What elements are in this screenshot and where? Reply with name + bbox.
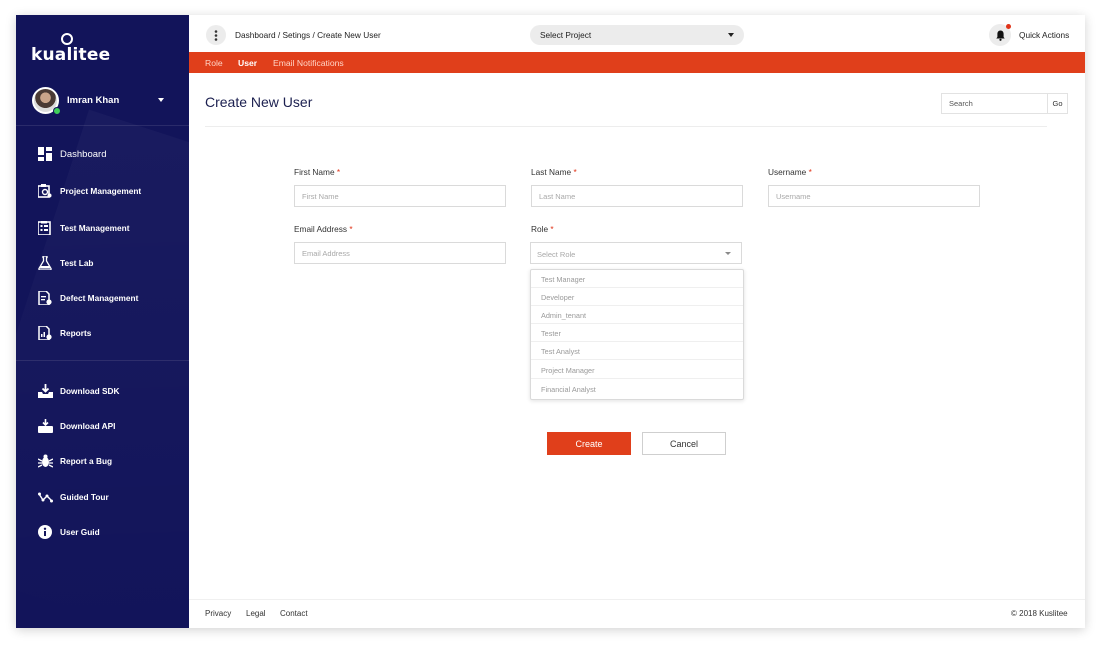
first-name-label: First Name * xyxy=(294,167,340,177)
sidebar: kualitee Imran Khan Dashboard Project Ma… xyxy=(16,15,189,628)
top-bar: Dashboard / Setings / Create New User Se… xyxy=(189,15,1085,52)
download-sdk-icon xyxy=(37,383,53,399)
role-label: Role * xyxy=(531,224,554,234)
sidebar-item-download-sdk[interactable]: Download SDK xyxy=(16,377,189,405)
footer-divider xyxy=(189,599,1085,600)
last-name-label-text: Last Name xyxy=(531,167,572,177)
tab-email-notifications[interactable]: Email Notifications xyxy=(273,58,344,68)
notification-badge xyxy=(1006,24,1011,29)
copyright: © 2018 Kuslitee xyxy=(1011,609,1068,618)
sidebar-item-label: Test Lab xyxy=(60,258,94,268)
logo-text: kualitee xyxy=(31,45,111,65)
title-divider xyxy=(205,126,1047,127)
email-label: Email Address * xyxy=(294,224,353,234)
required-mark: * xyxy=(336,167,341,177)
username-label: Username * xyxy=(768,167,812,177)
user-profile[interactable]: Imran Khan xyxy=(16,85,189,125)
test-management-icon xyxy=(37,220,53,236)
flask-icon xyxy=(37,255,53,271)
sidebar-item-label: Download SDK xyxy=(60,386,120,396)
tab-role[interactable]: Role xyxy=(205,58,223,68)
tab-user[interactable]: User xyxy=(238,58,257,68)
dashboard-icon xyxy=(37,146,53,162)
sidebar-item-reports[interactable]: Reports xyxy=(16,319,189,347)
download-api-icon xyxy=(37,418,53,434)
role-option-project-manager[interactable]: Project Manager xyxy=(531,361,743,379)
info-icon xyxy=(37,524,53,540)
email-label-text: Email Address xyxy=(294,224,348,234)
sidebar-divider xyxy=(16,360,189,361)
quick-actions-link[interactable]: Quick Actions xyxy=(1019,30,1069,40)
sidebar-item-label: Guided Tour xyxy=(60,492,109,502)
sidebar-item-user-guid[interactable]: User Guid xyxy=(16,518,189,546)
role-option-test-analyst[interactable]: Test Analyst xyxy=(531,342,743,360)
first-name-field[interactable] xyxy=(294,185,506,207)
sidebar-item-report-a-bug[interactable]: Report a Bug xyxy=(16,447,189,475)
role-option-tester[interactable]: Tester xyxy=(531,324,743,342)
reports-icon xyxy=(37,325,53,341)
create-button[interactable]: Create xyxy=(547,432,631,455)
defect-icon xyxy=(37,290,53,306)
app-window: kualitee Imran Khan Dashboard Project Ma… xyxy=(16,15,1085,628)
first-name-label-text: First Name xyxy=(294,167,335,177)
footer-link-privacy[interactable]: Privacy xyxy=(205,609,231,618)
sidebar-item-project-management[interactable]: Project Management xyxy=(16,177,189,205)
username-field[interactable] xyxy=(768,185,980,207)
role-option-test-manager[interactable]: Test Manager xyxy=(531,270,743,288)
guided-tour-icon xyxy=(37,489,53,505)
sidebar-item-label: Report a Bug xyxy=(60,456,113,466)
user-name: Imran Khan xyxy=(67,95,120,106)
role-label-text: Role xyxy=(531,224,549,234)
sidebar-item-label: Reports xyxy=(60,328,92,338)
bug-icon xyxy=(37,453,53,469)
last-name-field[interactable] xyxy=(531,185,743,207)
search-box: Go xyxy=(941,93,1068,114)
email-field[interactable] xyxy=(294,242,506,264)
breadcrumb: Dashboard / Setings / Create New User xyxy=(235,30,381,40)
search-input[interactable] xyxy=(942,94,1048,113)
sidebar-item-guided-tour[interactable]: Guided Tour xyxy=(16,483,189,511)
role-select[interactable]: Select Role xyxy=(530,242,742,264)
sidebar-item-label: Defect Management xyxy=(60,293,139,303)
role-select-placeholder: Select Role xyxy=(537,250,576,259)
role-option-developer[interactable]: Developer xyxy=(531,288,743,306)
required-mark: * xyxy=(349,224,353,234)
project-select-value: Select Project xyxy=(540,30,592,40)
project-management-icon xyxy=(37,183,53,199)
sidebar-item-test-lab[interactable]: Test Lab xyxy=(16,249,189,277)
notification-bell-icon[interactable] xyxy=(989,24,1011,46)
sidebar-item-defect-management[interactable]: Defect Management xyxy=(16,284,189,312)
role-option-admin-tenant[interactable]: Admin_tenant xyxy=(531,306,743,324)
role-dropdown-menu: Test Manager Developer Admin_tenant Test… xyxy=(530,269,744,400)
cancel-button[interactable]: Cancel xyxy=(642,432,726,455)
required-mark: * xyxy=(808,167,812,177)
sidebar-item-dashboard[interactable]: Dashboard xyxy=(16,140,189,168)
logo-mark-icon xyxy=(61,33,73,45)
chevron-down-icon xyxy=(725,252,731,255)
required-mark: * xyxy=(573,167,577,177)
sidebar-item-label: Project Management xyxy=(60,186,142,196)
last-name-label: Last Name * xyxy=(531,167,577,177)
sidebar-item-label: Dashboard xyxy=(60,148,107,160)
chevron-down-icon xyxy=(728,33,734,37)
role-option-financial-analyst[interactable]: Financial Analyst xyxy=(531,380,743,398)
sidebar-item-label: Test Management xyxy=(60,223,130,233)
more-options-icon[interactable] xyxy=(206,25,226,45)
username-label-text: Username xyxy=(768,167,807,177)
project-select[interactable]: Select Project xyxy=(530,25,744,45)
search-go-button[interactable]: Go xyxy=(1048,94,1067,113)
sidebar-divider xyxy=(16,125,189,126)
online-status-icon xyxy=(53,107,61,115)
sidebar-item-label: Download API xyxy=(60,421,116,431)
sidebar-item-download-api[interactable]: Download API xyxy=(16,412,189,440)
footer-link-contact[interactable]: Contact xyxy=(280,609,308,618)
kualitee-logo[interactable]: kualitee xyxy=(31,33,110,67)
footer-link-legal[interactable]: Legal xyxy=(246,609,266,618)
page-title: Create New User xyxy=(205,94,313,110)
settings-tabs: Role User Email Notifications xyxy=(189,52,1085,73)
chevron-down-icon[interactable] xyxy=(158,98,164,102)
required-mark: * xyxy=(550,224,554,234)
sidebar-item-label: User Guid xyxy=(60,527,100,537)
sidebar-item-test-management[interactable]: Test Management xyxy=(16,214,189,242)
